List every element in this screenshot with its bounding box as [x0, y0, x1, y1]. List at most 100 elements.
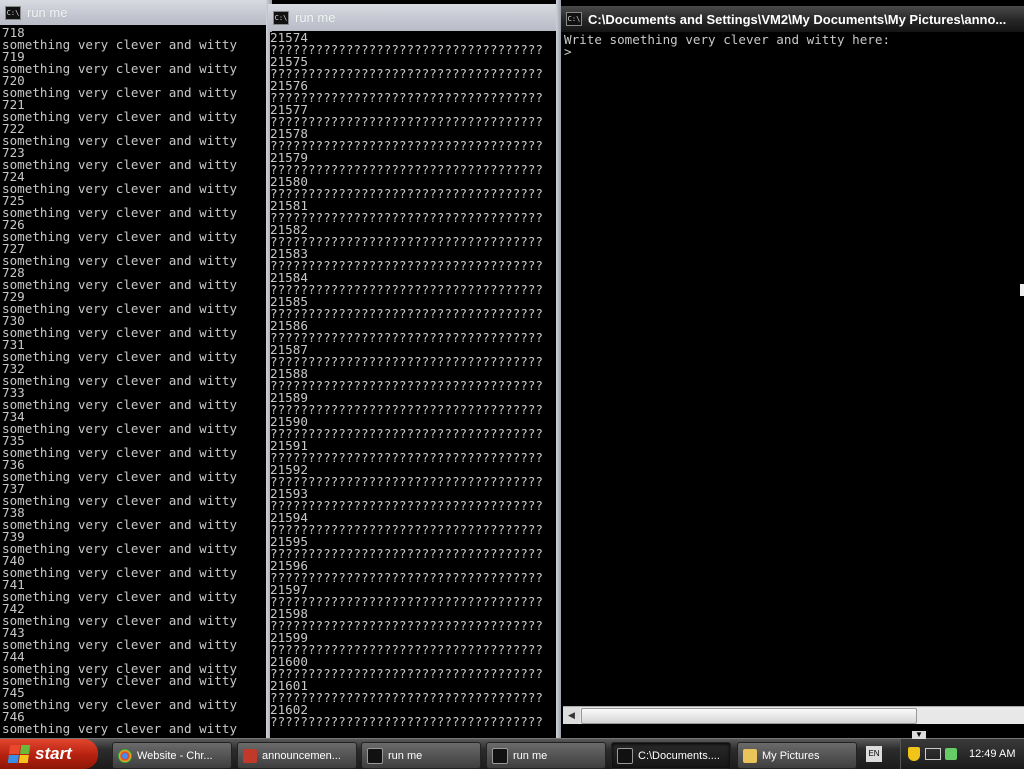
taskbar-button-documents[interactable]: C:\Documents....: [611, 742, 731, 769]
task-label: Website - Chr...: [137, 749, 213, 762]
horizontal-scrollbar[interactable]: ◀: [563, 706, 1024, 724]
console-line: ????????????????????????????????????: [270, 258, 543, 273]
console-line: ????????????????????????????????????: [270, 498, 543, 513]
console-line: something very clever and witty: [2, 109, 238, 124]
pdf-icon: [243, 748, 257, 763]
task-label: announcemen...: [262, 749, 341, 762]
console-icon: C:\: [566, 12, 582, 26]
scroll-thumb[interactable]: [581, 708, 917, 724]
folder-icon: [743, 748, 757, 763]
console-line: ????????????????????????????????????: [270, 426, 543, 441]
taskbar-button-chrome[interactable]: Website - Chr...: [112, 742, 232, 769]
console-window-active[interactable]: C:\ C:\Documents and Settings\VM2\My Doc…: [561, 6, 1024, 732]
console-line: something very clever and witty: [2, 697, 238, 712]
volume-icon[interactable]: [945, 748, 957, 760]
console-output[interactable]: 718 something very clever and witty 719 som…: [2, 27, 266, 738]
console-line: something very clever and witty: [2, 61, 238, 76]
taskbar-button-my-pictures[interactable]: My Pictures: [737, 742, 857, 769]
console-line: something very clever and witty: [2, 85, 238, 100]
task-label: run me: [513, 749, 548, 762]
console-icon: C:\: [5, 5, 21, 20]
console-line: something very clever and witty: [2, 589, 238, 604]
console-line: ????????????????????????????????????: [270, 186, 543, 201]
windows-logo-icon: [7, 745, 31, 763]
console-line: something very clever and witty: [2, 277, 238, 292]
taskbar-button-run-me-1[interactable]: run me: [361, 742, 481, 769]
console-line: ????????????????????????????????????: [270, 330, 543, 345]
taskbar-arrow-icon[interactable]: ▼: [912, 731, 926, 739]
console-line: ????????????????????????????????????: [270, 354, 543, 369]
console-line: ????????????????????????????????????: [270, 402, 543, 417]
window-titlebar[interactable]: C:\ run me: [0, 0, 266, 25]
task-label: C:\Documents....: [638, 749, 720, 762]
console-line: something very clever and witty: [2, 133, 238, 148]
console-line: something very clever and witty: [2, 157, 238, 172]
start-button[interactable]: start: [0, 739, 98, 769]
task-label: run me: [388, 749, 423, 762]
console-line: something very clever and witty: [2, 181, 238, 196]
console-line: something very clever and witty: [2, 445, 238, 460]
console-line: ????????????????????????????????????: [270, 162, 543, 177]
mouse-cursor-icon: [1020, 284, 1024, 296]
console-line: ????????????????????????????????????: [270, 234, 543, 249]
console-window-run-me-1[interactable]: C:\ run me 718 something very clever and …: [0, 0, 266, 738]
console-line: ????????????????????????????????????: [270, 522, 543, 537]
console-line: ????????????????????????????????????: [270, 474, 543, 489]
console-line: Write something very clever and witty he…: [564, 34, 891, 47]
console-line: something very clever and witty: [2, 613, 238, 628]
console-line: ????????????????????????????????????: [270, 306, 543, 321]
network-icon[interactable]: [925, 748, 941, 760]
chrome-icon: [118, 748, 132, 763]
console-window-run-me-2[interactable]: C:\ run me 21574????????????????????????…: [268, 4, 558, 738]
console-line: something very clever and witty: [2, 373, 238, 388]
system-tray: 12:49 AM: [900, 739, 1024, 769]
console-output[interactable]: 21574???????????????????????????????????…: [270, 32, 558, 738]
console-line: ????????????????????????????????????: [270, 114, 543, 129]
window-titlebar[interactable]: C:\ C:\Documents and Settings\VM2\My Doc…: [561, 6, 1024, 32]
console-icon: [617, 747, 633, 764]
clock[interactable]: 12:49 AM: [969, 748, 1015, 760]
console-line: ????????????????????????????????????: [270, 546, 543, 561]
taskbar-button-run-me-2[interactable]: run me: [486, 742, 606, 769]
console-line: ????????????????????????????????????: [270, 42, 543, 57]
console-line: something very clever and witty: [2, 721, 238, 736]
console-line: something very clever and witty: [2, 253, 238, 268]
console-line: ????????????????????????????????????: [270, 594, 543, 609]
console-line: ????????????????????????????????????: [270, 618, 543, 633]
console-line: something very clever and witty: [2, 325, 238, 340]
console-line: ????????????????????????????????????: [270, 210, 543, 225]
language-bar[interactable]: EN: [866, 746, 882, 762]
console-line: something very clever and witty: [2, 421, 238, 436]
console-line: something very clever and witty: [2, 493, 238, 508]
console-line: something very clever and witty: [2, 37, 238, 52]
console-icon: C:\: [273, 10, 289, 25]
task-label: My Pictures: [762, 749, 820, 762]
window-title: run me: [27, 5, 68, 20]
console-line: something very clever and witty: [2, 541, 238, 556]
scroll-left-button[interactable]: ◀: [563, 707, 580, 724]
taskbar: start Website - Chr... announcemen... ru…: [0, 731, 1024, 769]
console-line: ????????????????????????????????????: [270, 714, 543, 729]
console-icon: [367, 747, 383, 764]
console-line: something very clever and witty: [2, 565, 238, 580]
console-line: ????????????????????????????????????: [270, 666, 543, 681]
console-line: something very clever and witty: [2, 205, 238, 220]
console-line: ????????????????????????????????????: [270, 378, 543, 393]
shield-icon[interactable]: [908, 747, 920, 761]
console-line: ????????????????????????????????????: [270, 90, 543, 105]
language-label: EN: [868, 749, 880, 758]
console-line: something very clever and witty: [2, 517, 238, 532]
start-label: start: [35, 744, 72, 763]
console-line: ????????????????????????????????????: [270, 642, 543, 657]
window-titlebar[interactable]: C:\ run me: [268, 4, 558, 31]
taskbar-button-pdf[interactable]: announcemen...: [237, 742, 357, 769]
console-line: ????????????????????????????????????: [270, 570, 543, 585]
window-title: run me: [295, 10, 336, 25]
console-output[interactable]: Write something very clever and witty he…: [564, 34, 1024, 706]
console-line: ????????????????????????????????????: [270, 282, 543, 297]
console-icon: [492, 747, 508, 764]
window-title: C:\Documents and Settings\VM2\My Documen…: [588, 11, 1007, 27]
console-line: something very clever and witty: [2, 397, 238, 412]
console-line: >: [564, 44, 572, 59]
console-line: something very clever and witty: [2, 229, 238, 244]
